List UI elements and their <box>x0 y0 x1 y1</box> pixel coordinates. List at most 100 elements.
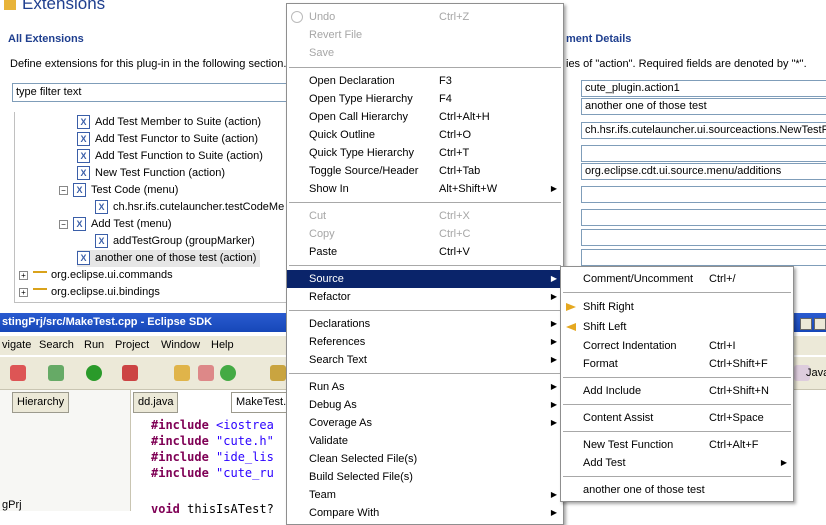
tab-hierarchy[interactable]: Hierarchy <box>12 392 70 413</box>
details-field[interactable] <box>581 209 826 226</box>
menu-item-new-test-function[interactable]: New Test Function Ctrl+Alt+F <box>561 436 793 454</box>
project-label[interactable]: gPrj <box>2 499 22 511</box>
menu-separator <box>563 404 791 405</box>
tree-item[interactable]: Xch.hsr.ifs.cutelauncher.testCodeMe <box>95 199 303 216</box>
menu-item-toggle-source-header[interactable]: Toggle Source/Header Ctrl+Tab <box>287 162 563 180</box>
code-editor[interactable]: dd.java MakeTest. #include <iostrea #inc… <box>130 390 292 516</box>
menu-item-source[interactable]: Source ▶ <box>287 270 563 288</box>
details-field-id[interactable]: cute_plugin.action1 <box>581 80 826 97</box>
menu-item-format[interactable]: Format Ctrl+Shift+F <box>561 355 793 373</box>
tree-item[interactable]: X Add Test Functor to Suite (action) <box>77 131 258 148</box>
element-details-title: ment Details <box>566 33 632 45</box>
menu-item-copy[interactable]: Copy Ctrl+C <box>287 225 563 243</box>
extensions-tree[interactable]: X Add Test Member to Suite (action) X Add … <box>14 112 305 303</box>
expand-toggle-icon[interactable]: + <box>19 287 28 297</box>
tree-item-selected[interactable]: Xanother one of those test (action) <box>77 250 261 267</box>
debug-icon[interactable] <box>48 365 64 381</box>
tree-item[interactable]: − X Test Code (menu) <box>59 182 178 199</box>
menu-help[interactable]: Help <box>211 339 234 351</box>
menu-navigate[interactable]: vigate <box>2 339 31 351</box>
details-field-label[interactable]: another one of those test <box>581 98 826 115</box>
menu-item-shift-right[interactable]: Shift Right <box>561 298 793 316</box>
external-tools-icon[interactable] <box>122 365 138 381</box>
maximize-icon[interactable] <box>814 318 826 330</box>
menu-item-team[interactable]: Team ▶ <box>287 486 563 504</box>
menu-item-references[interactable]: References ▶ <box>287 333 563 351</box>
menu-item-run-as[interactable]: Run As ▶ <box>287 378 563 396</box>
tree-item[interactable]: + org.eclipse.ui.commands <box>19 267 173 284</box>
menu-window[interactable]: Window <box>161 339 200 351</box>
new-wizard-icon[interactable] <box>174 365 190 381</box>
tab-dd-java[interactable]: dd.java <box>133 392 179 413</box>
menu-item-cut[interactable]: Cut Ctrl+X <box>287 207 563 225</box>
menu-item-debug-as[interactable]: Debug As ▶ <box>287 396 563 414</box>
new-class-icon[interactable] <box>10 365 26 381</box>
java-perspective-tab[interactable]: Java <box>806 367 826 379</box>
tree-item[interactable]: X Add Test Function to Suite (action) <box>77 148 263 165</box>
details-field-class[interactable]: ch.hsr.ifs.cutelauncher.ui.sourceactions… <box>581 122 826 139</box>
submenu-arrow-icon: ▶ <box>550 319 557 328</box>
menu-item-validate[interactable]: Validate <box>287 432 563 450</box>
tree-item[interactable]: − X Add Test (menu) <box>59 216 172 233</box>
extension-point-icon <box>33 271 47 279</box>
tree-item[interactable]: + org.eclipse.ui.bindings <box>19 284 160 298</box>
menu-item-search-text[interactable]: Search Text ▶ <box>287 351 563 369</box>
menu-item-open-call-hierarchy[interactable]: Open Call Hierarchy Ctrl+Alt+H <box>287 108 563 126</box>
editor-context-menu: Undo Ctrl+Z Revert File Save Open Declara… <box>286 3 564 525</box>
submenu-arrow-icon: ▶ <box>550 382 557 391</box>
details-field[interactable] <box>581 229 826 246</box>
menu-item-declarations[interactable]: Declarations ▶ <box>287 315 563 333</box>
details-field[interactable] <box>581 186 826 203</box>
menu-item-add-test[interactable]: Add Test ▶ <box>561 454 793 472</box>
menu-item-comment-uncomment[interactable]: Comment/Uncomment Ctrl+/ <box>561 270 793 288</box>
menu-item-show-in[interactable]: Show In Alt+Shift+W ▶ <box>287 180 563 198</box>
menu-search[interactable]: Search <box>39 339 74 351</box>
menu-run[interactable]: Run <box>84 339 104 351</box>
tree-item[interactable]: X New Test Function (action) <box>77 165 225 182</box>
menu-item-build-selected-files[interactable]: Build Selected File(s) <box>287 468 563 486</box>
minimize-icon[interactable] <box>800 318 812 330</box>
action-icon: X <box>77 132 90 147</box>
menu-item-content-assist[interactable]: Content Assist Ctrl+Space <box>561 409 793 427</box>
tree-item[interactable]: X Add Test Member to Suite (action) <box>77 114 261 131</box>
action-icon: X <box>77 149 90 164</box>
tab-maketest-cpp[interactable]: MakeTest. <box>231 392 292 413</box>
menu-item-add-include[interactable]: Add Include Ctrl+Shift+N <box>561 382 793 400</box>
submenu-arrow-icon: ▶ <box>550 418 557 427</box>
menu-item-compare-with[interactable]: Compare With ▶ <box>287 504 563 522</box>
menu-separator <box>563 292 791 293</box>
collapse-toggle-icon[interactable]: − <box>59 219 68 229</box>
menu-item-save[interactable]: Save <box>287 44 563 62</box>
menu-separator <box>563 377 791 378</box>
menu-item-open-type-hierarchy[interactable]: Open Type Hierarchy F4 <box>287 90 563 108</box>
menu-item-undo[interactable]: Undo Ctrl+Z <box>287 8 563 26</box>
build-icon[interactable] <box>198 365 214 381</box>
run-icon[interactable] <box>86 365 102 381</box>
action-icon: X <box>77 166 90 181</box>
menu-item-open-declaration[interactable]: Open Declaration F3 <box>287 72 563 90</box>
menu-item-another-one-of-those-test[interactable]: another one of those test <box>561 481 793 499</box>
submenu-arrow-icon: ▶ <box>550 490 557 499</box>
menu-item-quick-outline[interactable]: Quick Outline Ctrl+O <box>287 126 563 144</box>
menu-item-revert-file[interactable]: Revert File <box>287 26 563 44</box>
menu-item-coverage-as[interactable]: Coverage As ▶ <box>287 414 563 432</box>
undo-icon <box>291 11 303 23</box>
filter-input[interactable]: type filter text <box>12 83 289 102</box>
menu-separator <box>289 265 561 266</box>
details-field[interactable] <box>581 249 826 266</box>
details-field[interactable] <box>581 145 826 162</box>
details-field-menubar-path[interactable]: org.eclipse.cdt.ui.source.menu/additions <box>581 163 826 180</box>
open-type-icon[interactable] <box>220 365 236 381</box>
menu-separator <box>563 431 791 432</box>
expand-toggle-icon[interactable]: + <box>19 270 28 280</box>
menu-item-refactor[interactable]: Refactor ▶ <box>287 288 563 306</box>
open-folder-icon[interactable] <box>270 365 286 381</box>
menu-item-quick-type-hierarchy[interactable]: Quick Type Hierarchy Ctrl+T <box>287 144 563 162</box>
collapse-toggle-icon[interactable]: − <box>59 185 68 195</box>
menu-item-clean-selected-files[interactable]: Clean Selected File(s) <box>287 450 563 468</box>
tree-item[interactable]: XaddTestGroup (groupMarker) <box>95 233 255 250</box>
menu-item-shift-left[interactable]: Shift Left <box>561 318 793 336</box>
menu-project[interactable]: Project <box>115 339 149 351</box>
menu-item-paste[interactable]: Paste Ctrl+V <box>287 243 563 261</box>
menu-item-correct-indentation[interactable]: Correct Indentation Ctrl+I <box>561 337 793 355</box>
